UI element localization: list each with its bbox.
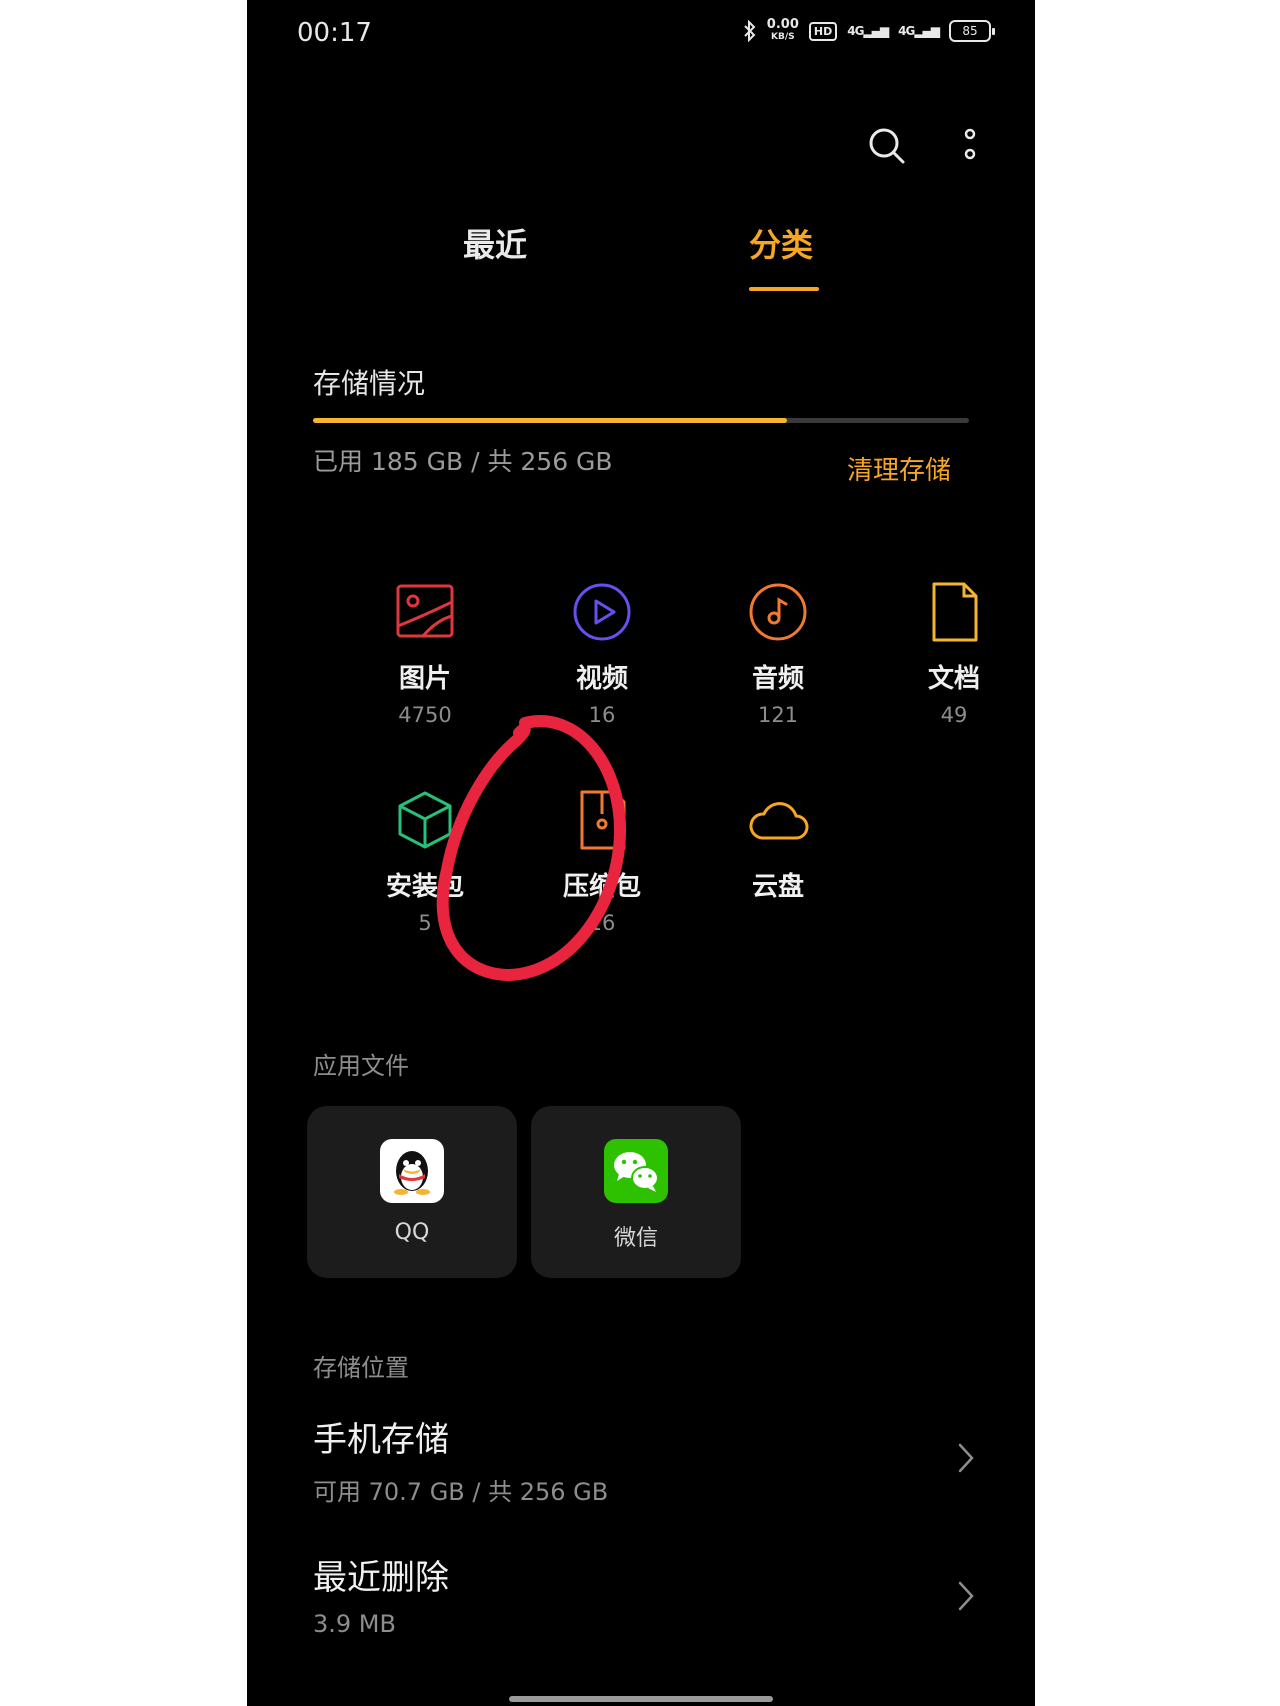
speed-value: 0.00 xyxy=(766,17,799,32)
image-icon xyxy=(396,584,454,638)
bluetooth-icon xyxy=(744,20,756,42)
category-label: 视频 xyxy=(575,664,628,694)
network-speed: 0.00 KB/S xyxy=(767,18,799,44)
hd-badge: HD xyxy=(808,21,838,41)
phone-screen: 00:17 0.00 KB/S HD 4G▂▄▆ 4G▂▄▆ 85 最近 分类 … xyxy=(247,0,1035,1706)
storage-title: 存储情况 xyxy=(313,367,426,400)
row-subtitle: 3.9 MB xyxy=(313,1610,396,1638)
row-subtitle: 可用 70.7 GB / 共 256 GB xyxy=(313,1478,609,1506)
category-label: 文档 xyxy=(927,664,980,694)
audio-icon xyxy=(749,583,807,641)
signal-sim1: 4G▂▄▆ xyxy=(847,24,889,38)
app-label: QQ xyxy=(394,1220,430,1245)
category-count: 49 xyxy=(940,703,968,727)
tab-recent[interactable]: 最近 xyxy=(463,220,527,266)
recently-deleted-row[interactable]: 最近删除 3.9 MB xyxy=(247,1550,1035,1670)
row-title: 手机存储 xyxy=(313,1420,449,1460)
signal-sim2: 4G▂▄▆ xyxy=(898,24,940,38)
app-files-title: 应用文件 xyxy=(313,1052,409,1080)
category-label: 图片 xyxy=(398,664,451,694)
phone-storage-row[interactable]: 手机存储 可用 70.7 GB / 共 256 GB xyxy=(247,1412,1035,1532)
category-cloud[interactable]: 云盘 xyxy=(703,788,853,903)
category-label: 云盘 xyxy=(751,872,804,902)
category-label: 音频 xyxy=(751,664,804,694)
speed-unit: KB/S xyxy=(771,32,795,42)
tab-category[interactable]: 分类 xyxy=(749,220,813,266)
active-tab-indicator xyxy=(749,287,819,291)
annotation-circle xyxy=(436,715,627,982)
wechat-icon xyxy=(604,1139,668,1203)
row-title: 最近删除 xyxy=(313,1558,449,1598)
storage-progress-fill xyxy=(313,418,788,423)
chevron-right-icon xyxy=(958,1443,974,1473)
storage-used-text: 已用 185 GB / 共 256 GB xyxy=(313,447,613,476)
more-vertical-icon[interactable] xyxy=(963,128,977,164)
clean-storage-button[interactable]: 清理存储 xyxy=(847,450,951,487)
home-indicator[interactable] xyxy=(509,1696,773,1702)
sim2-label: 4G xyxy=(898,24,915,38)
app-card-wechat[interactable]: 微信 xyxy=(531,1106,741,1278)
document-icon xyxy=(932,582,978,642)
cloud-icon xyxy=(749,802,809,840)
qq-icon xyxy=(380,1139,444,1203)
sim1-label: 4G xyxy=(847,24,864,38)
search-icon[interactable] xyxy=(867,126,907,166)
status-icons: 0.00 KB/S HD 4G▂▄▆ 4G▂▄▆ 85 xyxy=(743,18,995,44)
storage-location-title: 存储位置 xyxy=(313,1354,409,1382)
battery-icon: 85 xyxy=(949,20,995,42)
app-card-qq[interactable]: QQ xyxy=(307,1106,517,1278)
storage-progress-bar xyxy=(313,418,969,423)
category-audio[interactable]: 音频 121 xyxy=(703,580,853,727)
status-time: 00:17 xyxy=(297,18,372,48)
chevron-right-icon xyxy=(958,1581,974,1611)
category-documents[interactable]: 文档 49 xyxy=(879,580,1029,727)
app-label: 微信 xyxy=(613,1226,658,1251)
video-icon xyxy=(573,583,631,641)
category-count: 121 xyxy=(757,703,799,727)
